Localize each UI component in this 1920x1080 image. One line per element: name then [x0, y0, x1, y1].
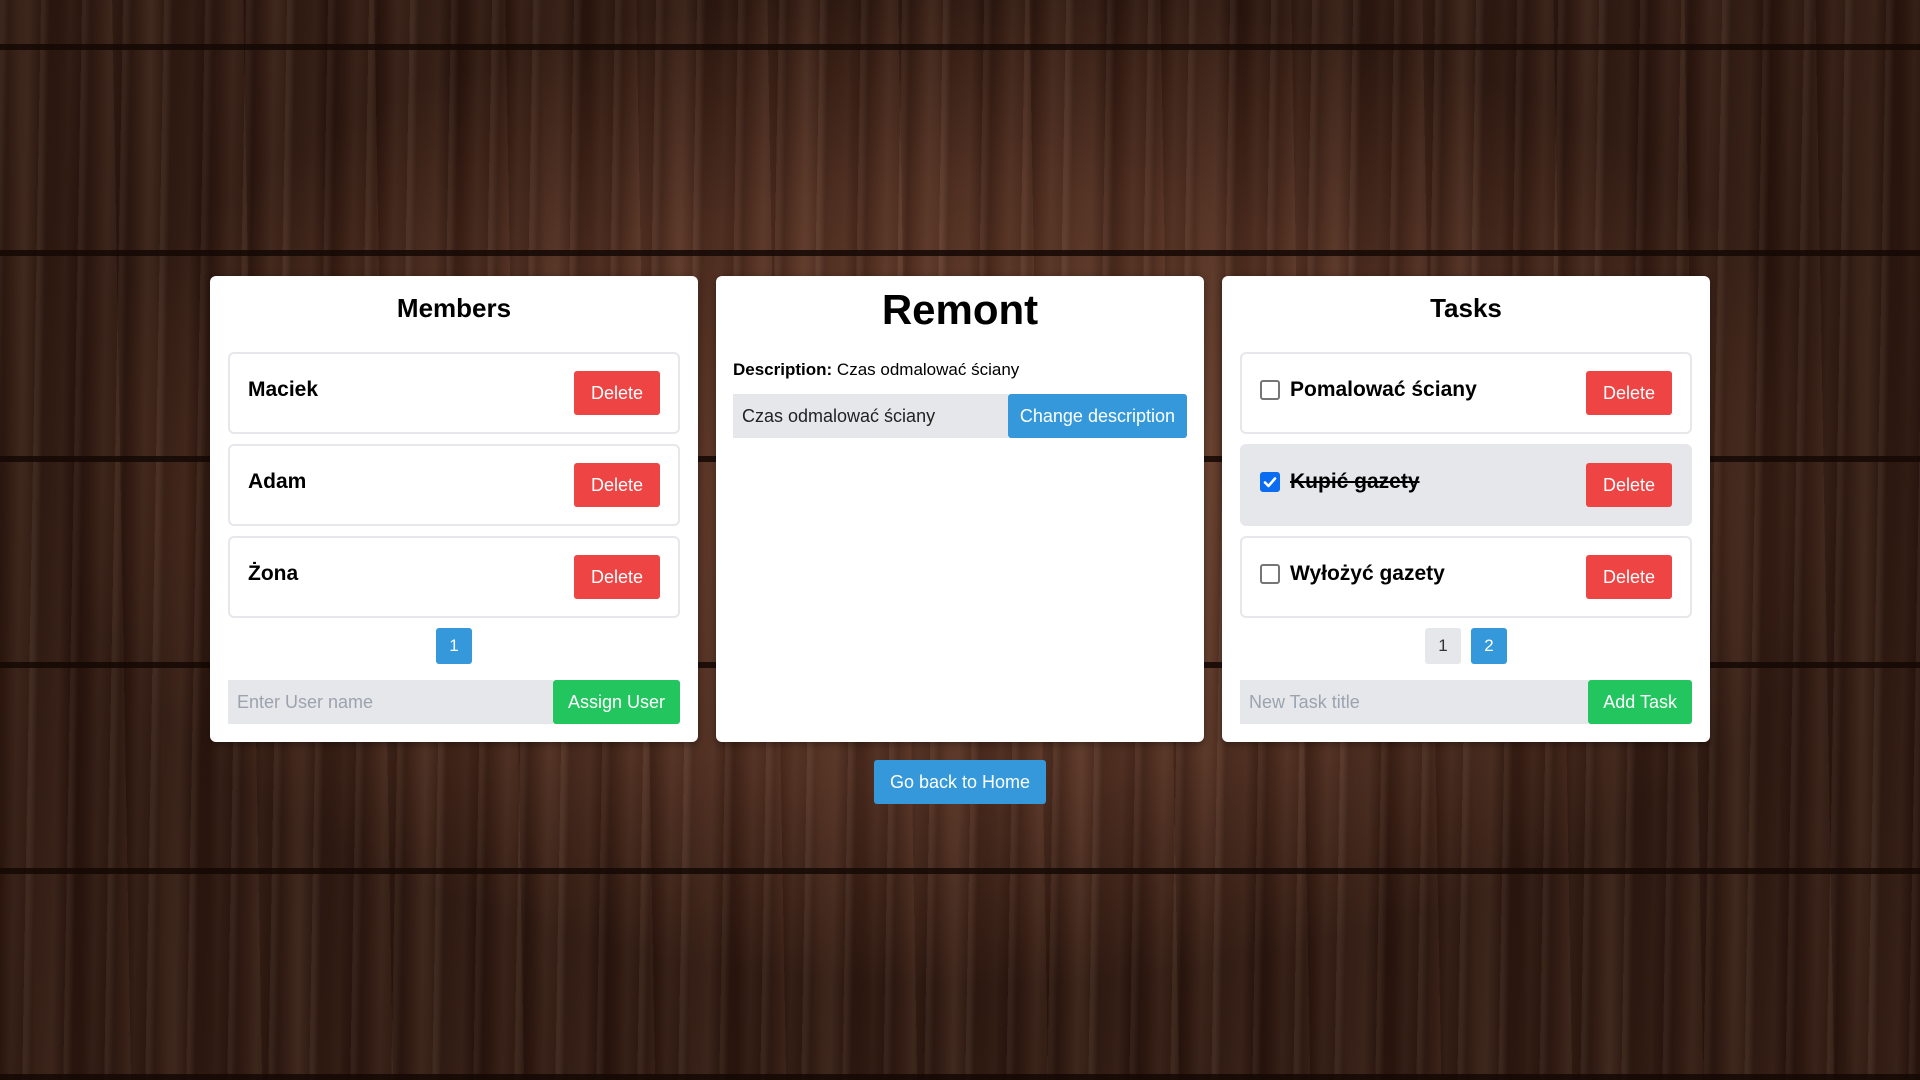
project-panel: Remont Description: Czas odmalować ścian… — [716, 276, 1204, 742]
tasks-page-2-button[interactable]: 2 — [1471, 628, 1507, 664]
tasks-panel: Tasks Pomalować ściany Delete Kupić gaze… — [1222, 276, 1710, 742]
task-item: Kupić gazety Delete — [1240, 444, 1692, 526]
tasks-pagination: 1 2 — [1222, 628, 1710, 664]
task-title: Wyłożyć gazety — [1290, 562, 1445, 585]
back-home-button[interactable]: Go back to Home — [874, 760, 1046, 804]
task-checkbox[interactable] — [1260, 564, 1280, 584]
member-name: Maciek — [248, 378, 319, 401]
description-line: Description: Czas odmalować ściany — [733, 360, 1019, 380]
task-checkbox[interactable] — [1260, 472, 1280, 492]
delete-member-button[interactable]: Delete — [574, 463, 660, 507]
delete-task-button[interactable]: Delete — [1586, 555, 1672, 599]
delete-task-button[interactable]: Delete — [1586, 463, 1672, 507]
members-pagination: 1 — [210, 628, 698, 664]
members-list: Maciek Delete Adam Delete Żona Delete — [228, 352, 680, 628]
description-input[interactable] — [733, 394, 1008, 438]
assign-user-form: Assign User — [228, 680, 680, 724]
add-task-button[interactable]: Add Task — [1588, 680, 1692, 724]
user-name-input[interactable] — [228, 680, 553, 724]
task-item: Wyłożyć gazety Delete — [1240, 536, 1692, 618]
task-item: Pomalować ściany Delete — [1240, 352, 1692, 434]
members-title: Members — [396, 293, 512, 323]
members-panel: Members Maciek Delete Adam Delete Żona D… — [210, 276, 698, 742]
task-title: Kupić gazety — [1290, 470, 1420, 493]
delete-task-button[interactable]: Delete — [1586, 371, 1672, 415]
delete-member-button[interactable]: Delete — [574, 371, 660, 415]
members-page-1-button[interactable]: 1 — [436, 628, 472, 664]
change-description-button[interactable]: Change description — [1007, 394, 1187, 438]
task-title-input[interactable] — [1240, 680, 1589, 724]
assign-user-button[interactable]: Assign User — [552, 680, 680, 724]
description-label: Description: — [733, 360, 833, 379]
add-task-form: Add Task — [1240, 680, 1692, 724]
tasks-list: Pomalować ściany Delete Kupić gazety Del… — [1240, 352, 1692, 628]
member-item: Maciek Delete — [228, 352, 680, 434]
tasks-page-1-button[interactable]: 1 — [1425, 628, 1461, 664]
tasks-title: Tasks — [1430, 293, 1502, 323]
description-form: Change description — [733, 394, 1187, 438]
task-title: Pomalować ściany — [1290, 378, 1477, 401]
project-title: Remont — [881, 286, 1039, 333]
check-icon — [1263, 477, 1277, 488]
member-name: Adam — [248, 470, 307, 493]
member-name: Żona — [248, 562, 299, 585]
description-text: Czas odmalować ściany — [836, 360, 1020, 379]
task-checkbox[interactable] — [1260, 380, 1280, 400]
member-item: Żona Delete — [228, 536, 680, 618]
delete-member-button[interactable]: Delete — [574, 555, 660, 599]
member-item: Adam Delete — [228, 444, 680, 526]
